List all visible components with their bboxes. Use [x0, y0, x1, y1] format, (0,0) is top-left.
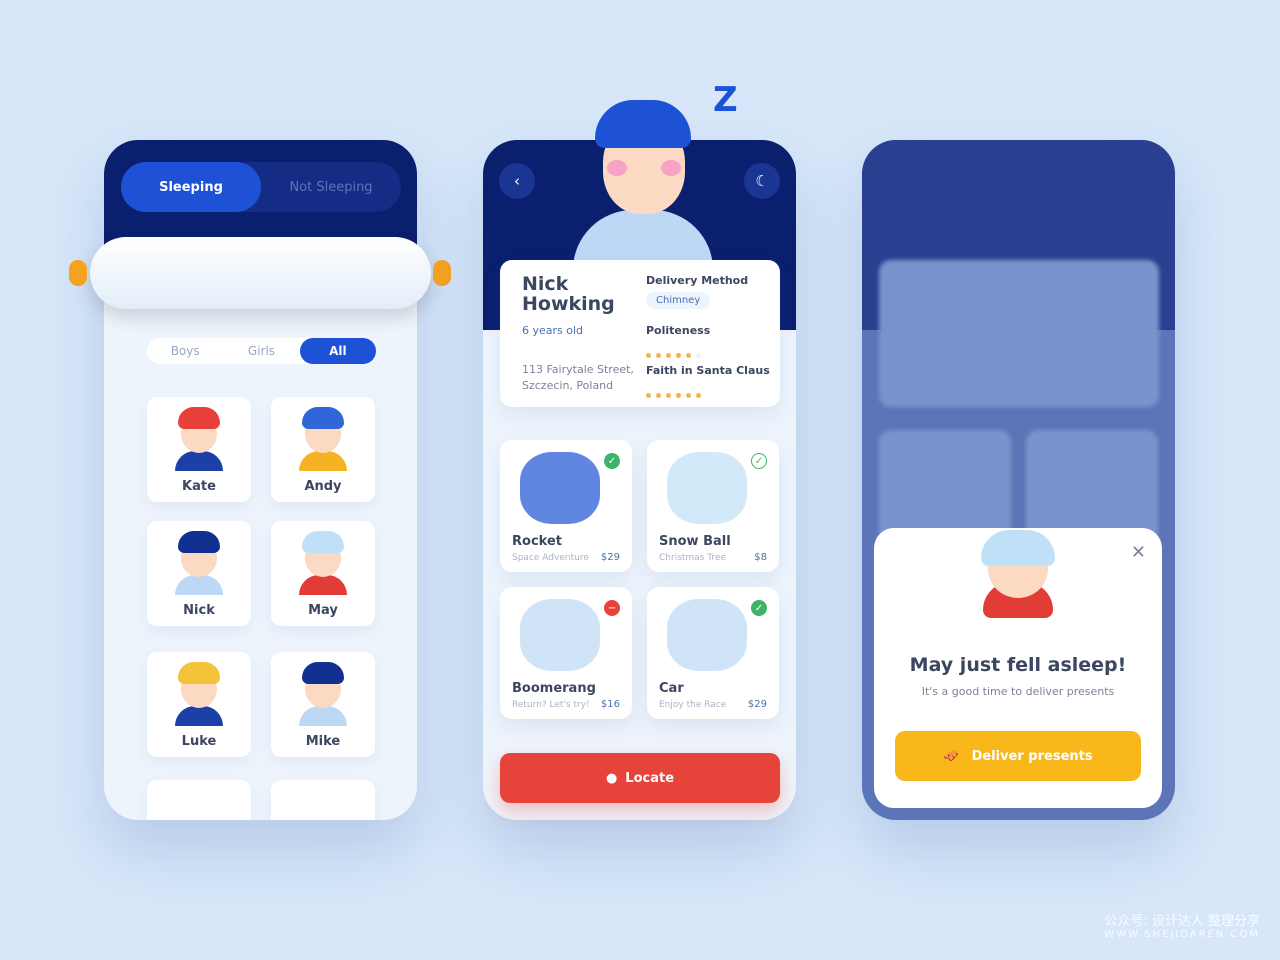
- age: 6 years old: [522, 324, 584, 337]
- kid-card[interactable]: May: [271, 521, 375, 626]
- minus-icon[interactable]: −: [604, 600, 620, 616]
- kid-avatar: [297, 405, 349, 471]
- product-card[interactable]: ✓ Snow Ball Christmas Tree $8: [647, 440, 779, 572]
- asleep-dialog: ✕ May just fell asleep! It's a good time…: [874, 528, 1162, 808]
- check-icon[interactable]: ✓: [751, 453, 767, 469]
- kid-card[interactable]: Andy: [271, 397, 375, 502]
- kid-avatar: [173, 529, 225, 595]
- deliver-label: Deliver presents: [971, 748, 1093, 764]
- kid-card[interactable]: Kate: [147, 397, 251, 502]
- product-name: Rocket: [512, 534, 562, 549]
- locate-label: Locate: [625, 770, 675, 786]
- product-desc: Return? Let's try!: [512, 700, 590, 710]
- roll-end: [69, 260, 87, 286]
- kid-name: May: [308, 603, 338, 618]
- dialog-subtitle: It's a good time to deliver presents: [921, 685, 1115, 698]
- rating-dot: [696, 353, 701, 358]
- watermark-line2: WWW.SHEJIDAREN.COM: [1104, 929, 1260, 940]
- filter-girls[interactable]: Girls: [223, 338, 299, 364]
- kid-name: Kate: [182, 479, 216, 494]
- product-name: Car: [659, 681, 684, 696]
- may-avatar: [973, 522, 1063, 622]
- filter-all[interactable]: All: [299, 338, 376, 364]
- product-name: Boomerang: [512, 681, 596, 696]
- product-illustration: [520, 452, 600, 524]
- product-desc: Christmas Tree: [659, 553, 726, 563]
- blurred-card: [879, 260, 1159, 407]
- rating-dot: [686, 353, 691, 358]
- first-name: Nick: [522, 273, 569, 295]
- tab-not-sleeping[interactable]: Not Sleeping: [261, 162, 401, 212]
- product-desc: Enjoy the Race: [659, 700, 727, 710]
- product-illustration: [667, 452, 747, 524]
- faith-rating: [646, 383, 706, 402]
- kid-avatar: [297, 529, 349, 595]
- sleeping-boy-illustration: Z: [573, 80, 738, 280]
- check-icon[interactable]: ✓: [751, 600, 767, 616]
- kid-name: Luke: [181, 734, 217, 749]
- gender-filter: Boys Girls All: [147, 338, 376, 364]
- product-price: $29: [600, 552, 620, 563]
- kid-name: Andy: [304, 479, 342, 494]
- product-name: Snow Ball: [659, 534, 731, 549]
- rating-dot: [666, 393, 671, 398]
- kid-card-partial[interactable]: [147, 780, 251, 820]
- deliver-presents-button[interactable]: 🛷 Deliver presents: [895, 731, 1141, 781]
- rating-dot: [686, 393, 691, 398]
- rating-dot: [676, 353, 681, 358]
- rating-dot: [656, 393, 661, 398]
- product-price: $8: [754, 552, 767, 563]
- kid-avatar: [297, 660, 349, 726]
- sleep-toggle: Sleeping Not Sleeping: [121, 162, 401, 212]
- rating-dot: [646, 353, 651, 358]
- dialog-title: May just fell asleep!: [909, 654, 1127, 676]
- product-card[interactable]: − Boomerang Return? Let's try! $16: [500, 587, 632, 719]
- product-illustration: [667, 599, 747, 671]
- scroll-roll: [90, 237, 431, 309]
- rating-dot: [676, 393, 681, 398]
- rating-dot: [656, 353, 661, 358]
- last-name: Howking: [522, 293, 615, 315]
- kid-card-partial[interactable]: [271, 780, 375, 820]
- check-icon[interactable]: ✓: [604, 453, 620, 469]
- kid-card[interactable]: Mike: [271, 652, 375, 757]
- delivery-label: Delivery Method: [646, 274, 749, 287]
- product-card[interactable]: ✓ Car Enjoy the Race $29: [647, 587, 779, 719]
- kid-avatar: [173, 405, 225, 471]
- product-card[interactable]: ✓ Rocket Space Adventure $29: [500, 440, 632, 572]
- product-illustration: [520, 599, 600, 671]
- kid-detail-screen: ‹ ☾ Z Nick Howking 6 years old 113 Fairy…: [483, 80, 796, 820]
- watermark: 公众号: 设计达人 整理分享 WWW.SHEJIDAREN.COM: [1104, 910, 1260, 940]
- close-icon[interactable]: ✕: [1131, 542, 1146, 563]
- profile-card: Nick Howking 6 years old 113 Fairytale S…: [500, 260, 780, 407]
- watermark-line1: 公众号: 设计达人 整理分享: [1104, 914, 1260, 929]
- product-price: $16: [600, 699, 620, 710]
- politeness-rating: [646, 343, 706, 362]
- address-line1: 113 Fairytale Street,: [522, 363, 634, 376]
- location-pin-icon: ●: [605, 770, 618, 786]
- politeness-label: Politeness: [646, 324, 711, 337]
- filter-boys[interactable]: Boys: [147, 338, 223, 364]
- kid-name: Mike: [305, 734, 341, 749]
- kid-name: Nick: [183, 603, 215, 618]
- asleep-notification-screen: ✕ May just fell asleep! It's a good time…: [862, 140, 1175, 820]
- kid-card[interactable]: Luke: [147, 652, 251, 757]
- moon-icon[interactable]: ☾: [744, 163, 780, 199]
- address-line2: Szczecin, Poland: [522, 379, 614, 392]
- roll-end: [433, 260, 451, 286]
- tab-sleeping[interactable]: Sleeping: [121, 162, 261, 212]
- product-price: $29: [747, 699, 767, 710]
- chevron-left-icon[interactable]: ‹: [499, 163, 535, 199]
- rating-dot: [666, 353, 671, 358]
- product-desc: Space Adventure: [512, 553, 589, 563]
- rating-dot: [696, 393, 701, 398]
- rating-dot: [646, 393, 651, 398]
- kid-card[interactable]: Nick: [147, 521, 251, 626]
- sleigh-icon: 🛷: [943, 748, 960, 764]
- locate-button[interactable]: ● Locate: [500, 753, 780, 803]
- delivery-chip: Chimney: [646, 292, 711, 309]
- faith-label: Faith in Santa Claus: [646, 364, 770, 377]
- kid-avatar: [173, 660, 225, 726]
